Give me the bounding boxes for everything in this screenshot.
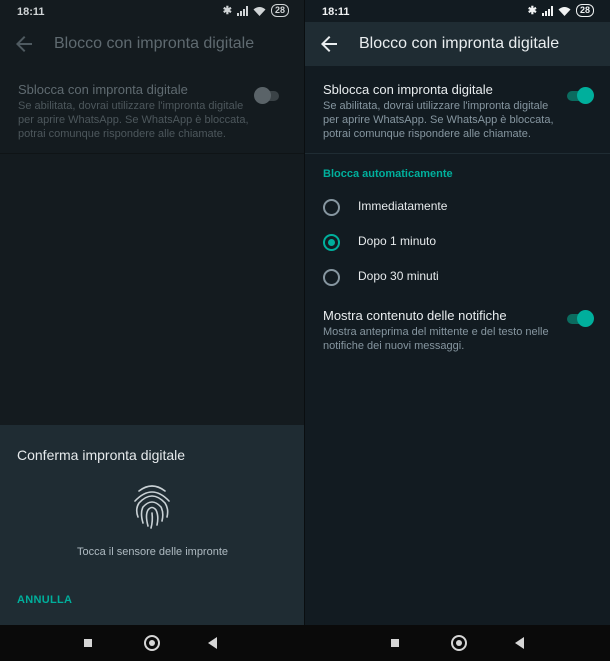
app-bar: Blocco con impronta digitale bbox=[0, 22, 305, 66]
signal-icon bbox=[541, 5, 553, 16]
status-time: 18:11 bbox=[322, 6, 350, 18]
setting-description: Se abilitata, dovrai utilizzare l'impron… bbox=[18, 100, 249, 140]
status-bar: 18:11 ✱ 28 bbox=[305, 0, 610, 22]
setting-title: Sblocca con impronta digitale bbox=[18, 82, 188, 97]
radio-button[interactable] bbox=[323, 199, 340, 216]
radio-option-1-minute[interactable]: Dopo 1 minuto bbox=[323, 230, 592, 254]
battery-indicator: 28 bbox=[270, 4, 289, 17]
setting-title: Sblocca con impronta digitale bbox=[323, 82, 493, 97]
bluetooth-icon: ✱ bbox=[222, 5, 232, 17]
section-title-auto-lock: Blocca automaticamente bbox=[323, 168, 453, 180]
page-title: Blocco con impronta digitale bbox=[54, 35, 255, 52]
divider bbox=[0, 153, 305, 154]
setting-description: Se abilitata, dovrai utilizzare l'impron… bbox=[323, 100, 554, 140]
page-title: Blocco con impronta digitale bbox=[359, 35, 560, 52]
back-arrow-icon[interactable] bbox=[317, 32, 341, 56]
setting-unlock-fingerprint[interactable]: Sblocca con impronta digitale Se abilita… bbox=[323, 82, 592, 141]
setting-show-notification-content[interactable]: Mostra contenuto delle notifiche Mostra … bbox=[323, 308, 592, 353]
setting-title: Mostra contenuto delle notifiche bbox=[323, 308, 507, 323]
status-bar: 18:11 ✱ 28 bbox=[0, 0, 305, 22]
signal-icon bbox=[236, 5, 248, 16]
back-triangle-icon[interactable] bbox=[515, 637, 524, 649]
left-screen: 18:11 ✱ 28 Blocco con impronta digitale … bbox=[0, 0, 305, 625]
back-arrow-icon[interactable] bbox=[12, 32, 36, 56]
radio-label: Immediatamente bbox=[358, 199, 448, 213]
app-bar: Blocco con impronta digitale bbox=[305, 22, 610, 66]
setting-unlock-fingerprint[interactable]: Sblocca con impronta digitale Se abilita… bbox=[18, 82, 287, 141]
fingerprint-dialog: Conferma impronta digitale Tocca il sens… bbox=[0, 425, 305, 625]
battery-indicator: 28 bbox=[575, 4, 594, 17]
recents-square-icon[interactable] bbox=[391, 639, 399, 647]
wifi-icon bbox=[558, 6, 571, 16]
radio-label: Dopo 1 minuto bbox=[358, 234, 437, 248]
setting-description: Mostra anteprima del mittente e del test… bbox=[323, 326, 549, 352]
cancel-button[interactable]: ANNULLA bbox=[17, 594, 72, 606]
divider bbox=[305, 153, 610, 154]
home-circle-icon[interactable] bbox=[451, 635, 467, 651]
radio-button-selected[interactable] bbox=[323, 234, 340, 251]
back-triangle-icon[interactable] bbox=[208, 637, 217, 649]
radio-option-30-minutes[interactable]: Dopo 30 minuti bbox=[323, 265, 592, 289]
right-screen: 18:11 ✱ 28 Blocco con impronta digitale … bbox=[305, 0, 610, 625]
recents-square-icon[interactable] bbox=[84, 639, 92, 647]
bluetooth-icon: ✱ bbox=[527, 5, 537, 17]
dialog-title: Conferma impronta digitale bbox=[17, 447, 186, 463]
radio-label: Dopo 30 minuti bbox=[358, 269, 439, 283]
home-circle-icon[interactable] bbox=[144, 635, 160, 651]
unlock-toggle-off[interactable] bbox=[254, 87, 279, 104]
radio-option-immediately[interactable]: Immediatamente bbox=[323, 195, 592, 219]
radio-button[interactable] bbox=[323, 269, 340, 286]
dialog-message: Tocca il sensore delle impronte bbox=[76, 546, 229, 558]
fingerprint-icon bbox=[134, 485, 170, 529]
unlock-toggle-on[interactable] bbox=[567, 87, 594, 104]
status-time: 18:11 bbox=[17, 6, 45, 18]
notifications-toggle-on[interactable] bbox=[567, 310, 594, 327]
wifi-icon bbox=[253, 6, 266, 16]
system-nav-bar bbox=[0, 625, 610, 661]
